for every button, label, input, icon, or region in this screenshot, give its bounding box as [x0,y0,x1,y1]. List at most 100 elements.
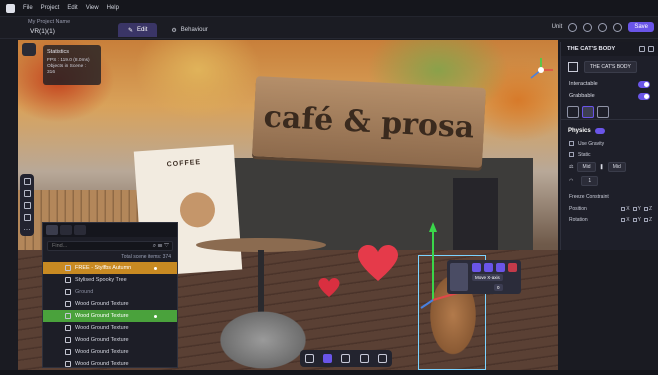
mode-tabs: ✎ Edit ⚙ Behaviour [118,23,218,37]
hierarchy-panel: ⌕ ☰ ▽ Total scene items: 374 FREE - Styl… [42,222,178,368]
rotate-icon[interactable] [341,354,351,363]
hierarchy-item[interactable]: Wood Ground Texture [43,358,177,370]
hierarchy-item[interactable]: Wood Ground Texture [43,346,177,358]
hierarchy-item-label: Wood Ground Texture [75,301,129,307]
static-label: Static [578,151,591,158]
freeze-pos-z[interactable]: Z [643,206,652,212]
hierarchy-search-input[interactable] [52,243,142,249]
menu-view[interactable]: View [86,5,99,11]
grabbable-label: Grabbable [569,93,595,99]
grabbable-toggle[interactable] [638,92,650,100]
tab-add[interactable] [60,225,72,235]
drag-select[interactable]: Mid [607,162,626,172]
inspector-header: THE CAT'S BODY [561,42,658,56]
object-row: THE CAT'S BODY [561,56,658,78]
object-icon [65,361,71,367]
tab-edit[interactable]: ✎ Edit [118,23,158,37]
settings-icon[interactable] [598,22,608,32]
physics-label: Physics [568,128,591,134]
tab-behaviour-label: Behaviour [180,27,208,33]
project-label: My Project Name [28,19,71,25]
left-tool-strip: ⋯ [20,174,34,236]
visibility-dot-icon[interactable] [154,266,157,270]
freeze-pos-y[interactable]: Y [632,206,641,212]
axis-y-button[interactable] [484,263,493,272]
visibility-dot-icon[interactable] [154,314,157,318]
interactable-toggle[interactable] [638,80,650,88]
save-button[interactable]: Save [628,22,654,32]
freeze-rot-z[interactable]: Z [643,217,652,223]
interactable-label: Interactable [569,81,598,87]
wrench-icon[interactable] [583,22,593,32]
mass-drag-row: ⚖ Mid ❚ Mid [561,160,658,174]
link-icon[interactable] [648,46,654,52]
axis-z-button[interactable] [496,263,505,272]
hierarchy-item[interactable]: Wood Ground Texture [43,298,177,310]
behaviour-icon: ⚙ [171,27,177,34]
freeze-pos-x[interactable]: X [621,206,630,212]
use-gravity-checkbox[interactable] [569,141,574,146]
hierarchy-item[interactable]: Stylised Spooky Tree [43,274,177,286]
freeze-constraint-title: Freeze Constraint [569,194,609,200]
hierarchy-list: FREE - Stylfbs Autumn Stylised Spooky Tre… [43,262,177,370]
static-row: Static [561,149,658,160]
hierarchy-item[interactable]: Wood Ground Texture [43,310,177,322]
freeze-rot-x[interactable]: X [621,217,630,223]
move-axis-value[interactable]: 0 [494,284,503,291]
unit-select[interactable]: Unit [552,24,563,30]
freeze-rotation-row: Rotation X Y Z [561,214,658,225]
cloud-icon[interactable] [568,22,578,32]
tab-transform-icon[interactable] [597,106,609,118]
tab-edit-label: Edit [137,27,148,33]
layers-icon[interactable] [23,190,31,197]
light-icon[interactable] [23,214,31,221]
hierarchy-item-label: Wood Ground Texture [75,313,129,319]
project-bar: My Project Name VR(1)(1) ✎ Edit ⚙ Behavi… [0,17,658,39]
mass-select[interactable]: Mid [577,162,596,172]
search-icon[interactable]: ⌕ ☰ ▽ [153,243,172,250]
scale-icon[interactable] [359,354,369,363]
camera-icon[interactable] [23,202,31,209]
menu-help[interactable]: Help [107,5,119,11]
grid-icon[interactable] [23,178,31,185]
tab-behaviour[interactable]: ⚙ Behaviour [161,23,217,37]
tab-hierarchy[interactable] [46,225,58,235]
object-icon [65,325,71,331]
hand-icon[interactable] [304,354,314,363]
menu-edit[interactable]: Edit [67,5,77,11]
menu-bar: File Project Edit View Help [0,0,658,17]
hierarchy-item[interactable]: Wood Ground Texture [43,334,177,346]
hierarchy-item[interactable]: FREE - Stylfbs Autumn [43,262,177,274]
axis-gizmo-icon[interactable] [527,56,555,84]
view-toggle-button[interactable] [22,43,36,56]
static-checkbox[interactable] [569,152,574,157]
menu-file[interactable]: File [23,5,33,11]
transform-all-icon[interactable] [378,354,388,363]
use-gravity-label: Use Gravity [578,140,605,147]
hierarchy-search: ⌕ ☰ ▽ [47,241,173,251]
move-handle-icon[interactable] [450,263,468,291]
tab-physics-icon[interactable] [582,106,594,118]
hierarchy-tabs [43,223,177,237]
axis-x-button[interactable] [472,263,481,272]
transform-toolbar [300,350,392,367]
mass-value-input[interactable]: 1 [581,176,599,186]
menu-project[interactable]: Project [41,5,60,11]
inspector-panel: THE CAT'S BODY THE CAT'S BODY Interactab… [560,42,658,250]
hierarchy-item[interactable]: Ground [43,286,177,298]
physics-toggle[interactable] [594,128,605,134]
hierarchy-item[interactable]: Wood Ground Texture [43,322,177,334]
object-name-field[interactable]: THE CAT'S BODY [584,61,637,73]
hierarchy-item-label: Wood Ground Texture [75,349,129,355]
move-icon[interactable] [323,354,333,363]
more-icon[interactable]: ⋯ [24,226,31,234]
edit-icon[interactable] [639,46,645,52]
project-name[interactable]: VR(1)(1) [30,28,55,35]
freeze-rot-y[interactable]: Y [632,217,641,223]
object-icon [65,265,71,271]
delete-icon[interactable] [508,263,517,272]
tab-assets[interactable] [74,225,86,235]
tab-appearance-icon[interactable] [567,106,579,118]
drag-icon: ❚ [599,164,604,170]
play-icon[interactable] [613,22,623,32]
